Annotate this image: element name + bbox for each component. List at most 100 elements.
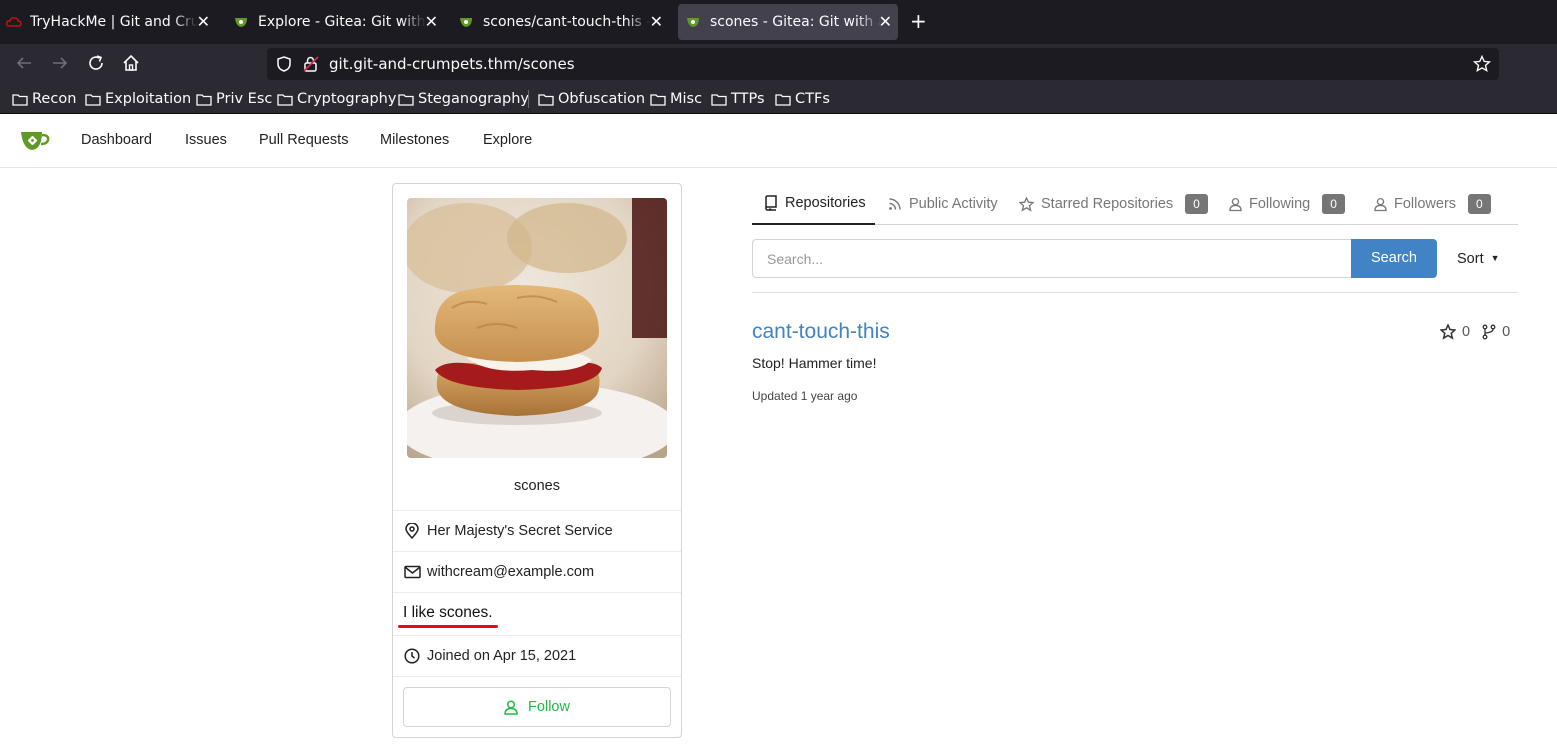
- close-tab-icon[interactable]: ✕: [425, 13, 438, 31]
- bookmark-folder-steganography[interactable]: Steganography: [398, 89, 529, 109]
- bookmark-star-icon[interactable]: [1473, 55, 1491, 73]
- bookmark-folder-obfuscation[interactable]: Obfuscation: [538, 89, 645, 109]
- repo-stats: 0 0: [1440, 324, 1522, 340]
- folder-icon: [650, 93, 666, 106]
- tab-title: scones/cant-touch-this - Gitea: [483, 14, 651, 30]
- folder-icon: [277, 93, 293, 106]
- tab-title: scones - Gitea: Git with a cup of tea: [710, 14, 882, 30]
- close-tab-icon[interactable]: ✕: [650, 13, 663, 31]
- nav-explore[interactable]: Explore: [483, 132, 532, 148]
- close-tab-icon[interactable]: ✕: [879, 13, 892, 31]
- browser-tab-active[interactable]: scones - Gitea: Git with a cup of tea ✕: [678, 4, 898, 40]
- tab-title: Explore - Gitea: Git with a cup of tea: [258, 14, 426, 30]
- browser-nav-bar: git.git-and-crumpets.thm/scones: [0, 44, 1557, 84]
- bookmarks-toolbar: Recon Exploitation Priv Esc Cryptography…: [0, 84, 1557, 114]
- tab-repositories[interactable]: Repositories: [752, 183, 875, 225]
- tab-title: TryHackMe | Git and Crumpets: [30, 14, 198, 30]
- bookmark-label: Steganography: [418, 91, 529, 107]
- home-icon: [123, 54, 139, 71]
- repo-star-count: 0: [1462, 324, 1471, 340]
- folder-icon: [538, 93, 554, 106]
- tab-label: Followers: [1394, 196, 1457, 212]
- nav-milestones[interactable]: Milestones: [380, 132, 449, 148]
- arrow-left-icon: [16, 57, 31, 69]
- bookmark-label: CTFs: [795, 91, 830, 107]
- bookmark-folder-ttps[interactable]: TTPs: [711, 89, 765, 109]
- forward-button[interactable]: [50, 54, 70, 74]
- new-tab-button[interactable]: +: [910, 10, 927, 32]
- tab-label: Starred Repositories: [1041, 196, 1174, 212]
- gitea-logo-icon[interactable]: [20, 129, 50, 151]
- sort-dropdown[interactable]: Sort ▼: [1457, 251, 1500, 267]
- browser-tab-bar: TryHackMe | Git and Crumpets ✕ Explore -…: [0, 0, 1557, 44]
- shield-icon[interactable]: [275, 55, 293, 73]
- star-icon[interactable]: [1440, 324, 1456, 340]
- url-bar[interactable]: git.git-and-crumpets.thm/scones: [267, 48, 1499, 80]
- reload-icon: [89, 55, 103, 70]
- search-button[interactable]: Search: [1351, 239, 1437, 278]
- sort-label: Sort: [1457, 251, 1484, 267]
- caret-down-icon: ▼: [1490, 253, 1500, 263]
- annotation-underline: [398, 625, 498, 628]
- mail-icon: [404, 565, 421, 579]
- person-icon: [504, 699, 518, 715]
- profile-card: scones Her Majesty's Secret Service with…: [392, 183, 682, 738]
- reload-button[interactable]: [86, 54, 106, 74]
- fork-icon[interactable]: [1482, 324, 1496, 340]
- profile-location: Her Majesty's Secret Service: [427, 523, 613, 539]
- profile-joined-row: Joined on Apr 15, 2021: [393, 635, 681, 676]
- close-tab-icon[interactable]: ✕: [197, 13, 210, 31]
- browser-tab[interactable]: Explore - Gitea: Git with a cup of tea ✕: [234, 4, 444, 40]
- person-icon: [1374, 197, 1387, 211]
- location-pin-icon: [405, 523, 419, 539]
- browser-tab[interactable]: scones/cant-touch-this - Gitea ✕: [459, 4, 669, 40]
- nav-issues[interactable]: Issues: [185, 132, 227, 148]
- repo-fork-count: 0: [1502, 324, 1511, 340]
- bookmark-folder-cryptography[interactable]: Cryptography: [277, 89, 396, 109]
- tab-public-activity[interactable]: Public Activity: [888, 183, 998, 225]
- gitea-icon: [235, 18, 247, 27]
- bookmark-label: TTPs: [731, 91, 765, 107]
- bookmark-label: Obfuscation: [558, 91, 646, 107]
- folder-icon: [85, 93, 101, 106]
- bookmark-label: Cryptography: [297, 91, 397, 107]
- repo-description: Stop! Hammer time!: [752, 355, 877, 371]
- bookmark-folder-ctfs[interactable]: CTFs: [775, 89, 830, 109]
- profile-email[interactable]: withcream@example.com: [427, 564, 594, 580]
- profile-location-row: Her Majesty's Secret Service: [393, 510, 681, 551]
- divider: [752, 292, 1518, 293]
- bookmark-folder-misc[interactable]: Misc: [650, 89, 702, 109]
- tab-label: Public Activity: [909, 196, 998, 212]
- nav-pull-requests[interactable]: Pull Requests: [259, 132, 348, 148]
- browser-tab[interactable]: TryHackMe | Git and Crumpets ✕: [6, 4, 216, 40]
- profile-email-row: withcream@example.com: [393, 551, 681, 592]
- home-button[interactable]: [121, 54, 141, 74]
- back-button[interactable]: [14, 54, 34, 74]
- follow-label: Follow: [528, 699, 570, 715]
- follow-button[interactable]: Follow: [403, 687, 671, 727]
- repo-updated: Updated 1 year ago: [752, 389, 858, 403]
- insecure-lock-icon[interactable]: [303, 55, 319, 73]
- tab-starred-repositories[interactable]: Starred Repositories 0: [1019, 183, 1208, 225]
- bookmark-folder-priv-esc[interactable]: Priv Esc: [196, 89, 272, 109]
- repo-search-input[interactable]: Search...: [752, 239, 1352, 278]
- gitea-top-nav: Dashboard Issues Pull Requests Milestone…: [0, 115, 1557, 168]
- tab-following[interactable]: Following 0: [1229, 183, 1345, 225]
- person-icon: [1229, 197, 1242, 211]
- bookmark-label: Recon: [32, 91, 77, 107]
- url-text[interactable]: git.git-and-crumpets.thm/scones: [329, 55, 575, 73]
- profile-tabs: Repositories Public Activity Starred Rep…: [752, 183, 1518, 225]
- clock-icon: [404, 648, 420, 664]
- tab-followers[interactable]: Followers 0: [1374, 183, 1491, 225]
- folder-icon: [711, 93, 727, 106]
- tab-label: Repositories: [785, 195, 866, 211]
- tab-label: Following: [1249, 196, 1311, 212]
- repo-link[interactable]: cant-touch-this: [752, 320, 890, 344]
- bookmark-label: Priv Esc: [216, 91, 273, 107]
- profile-joined: Joined on Apr 15, 2021: [427, 648, 577, 664]
- bookmark-folder-exploitation[interactable]: Exploitation: [85, 89, 191, 109]
- nav-dashboard[interactable]: Dashboard: [81, 132, 152, 148]
- avatar-image: [407, 198, 667, 458]
- folder-icon: [398, 93, 414, 106]
- bookmark-folder-recon[interactable]: Recon: [12, 89, 76, 109]
